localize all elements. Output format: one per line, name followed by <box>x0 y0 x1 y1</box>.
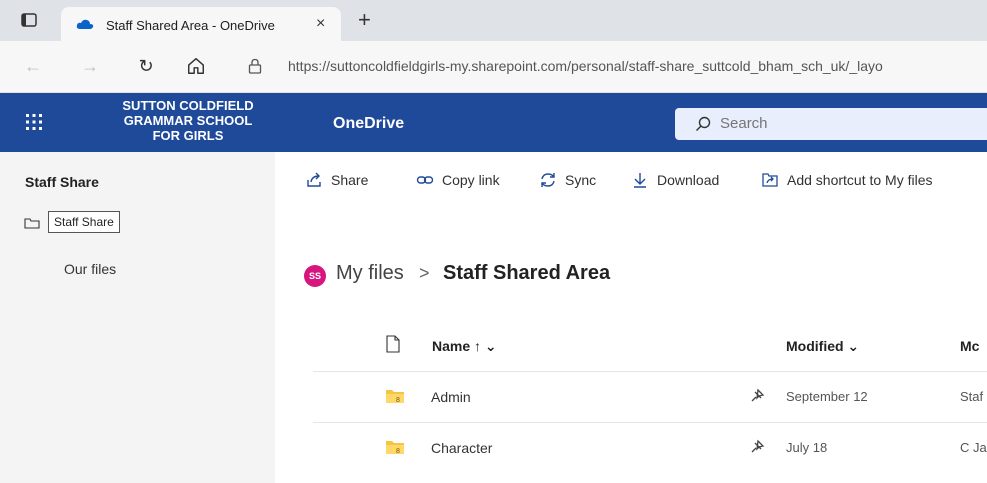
tab-actions-icon[interactable] <box>21 12 37 28</box>
row-modified-by: Staf <box>960 389 984 404</box>
app-header: SUTTON COLDFIELD GRAMMAR SCHOOL FOR GIRL… <box>0 93 987 152</box>
browser-tab-strip: Staff Shared Area - OneDrive × + <box>0 0 987 41</box>
table-row[interactable]: 8 Character July 18 C Ja <box>313 422 987 473</box>
add-shortcut-button[interactable]: Add shortcut to My files <box>761 167 933 193</box>
download-icon <box>634 173 646 188</box>
breadcrumb-current-folder: Staff Shared Area <box>443 262 611 284</box>
tab-title: Staff Shared Area - OneDrive <box>106 18 275 33</box>
shortcut-icon <box>762 173 778 187</box>
site-info-lock-icon[interactable] <box>248 58 262 74</box>
row-modified-by: C Ja <box>960 440 987 455</box>
column-header-modified-by[interactable]: Mc <box>960 338 979 354</box>
onedrive-brand-link[interactable]: OneDrive <box>333 115 404 133</box>
school-name-line3: FOR GIRLS <box>152 128 224 143</box>
sync-button[interactable]: Sync <box>539 167 596 193</box>
copy-link-label: Copy link <box>442 172 500 188</box>
shared-folder-icon: 8 <box>386 441 404 455</box>
shared-folder-icon: 8 <box>386 390 404 404</box>
share-button[interactable]: Share <box>305 167 368 193</box>
sync-label: Sync <box>565 172 597 188</box>
share-label: Share <box>331 172 369 188</box>
search-icon <box>696 116 711 131</box>
add-shortcut-label: Add shortcut to My files <box>787 172 933 188</box>
svg-text:8: 8 <box>396 448 400 455</box>
sync-icon <box>541 173 555 187</box>
home-icon[interactable] <box>186 56 206 76</box>
search-input[interactable] <box>720 115 970 132</box>
pin-icon[interactable] <box>749 439 765 455</box>
app-launcher-waffle-icon[interactable] <box>25 113 43 131</box>
share-icon <box>307 172 321 187</box>
back-arrow-icon[interactable]: ← <box>22 55 44 77</box>
breadcrumb-separator-icon: > <box>419 263 430 283</box>
svg-text:8: 8 <box>396 397 400 404</box>
onedrive-cloud-icon <box>76 19 94 29</box>
search-box[interactable] <box>675 108 987 140</box>
address-bar-url[interactable]: https://suttoncoldfieldgirls-my.sharepoi… <box>288 58 883 74</box>
sidebar-item-our-files[interactable]: Our files <box>64 261 116 277</box>
browser-tab-active[interactable]: Staff Shared Area - OneDrive × <box>61 7 341 41</box>
browser-toolbar: ← → ↻ https://suttoncoldfieldgirls-my.sh… <box>0 41 987 93</box>
row-modified: July 18 <box>786 440 828 455</box>
pin-icon[interactable] <box>749 388 765 404</box>
new-tab-button[interactable]: + <box>358 9 371 31</box>
forward-arrow-icon[interactable]: → <box>79 55 101 77</box>
school-name-line2: GRAMMAR SCHOOL <box>123 113 253 128</box>
row-name[interactable]: Admin <box>431 389 471 405</box>
school-name-line1: SUTTON COLDFIELD <box>122 98 254 113</box>
file-type-icon[interactable] <box>386 335 400 353</box>
school-logo-text[interactable]: SUTTON COLDFIELD GRAMMAR SCHOOL FOR GIRL… <box>92 98 284 143</box>
download-label: Download <box>657 172 720 188</box>
column-header-name[interactable]: Name ↑ ⌄ <box>432 338 497 355</box>
avatar: SS <box>304 265 326 287</box>
refresh-icon[interactable]: ↻ <box>135 55 157 77</box>
row-modified: September 12 <box>786 389 868 404</box>
breadcrumb-my-files[interactable]: My files <box>336 262 404 285</box>
left-navigation: Staff Share Staff Share Our files <box>0 152 275 483</box>
row-name[interactable]: Character <box>431 440 492 456</box>
table-row[interactable]: 8 Admin September 12 Staf <box>313 371 987 422</box>
column-header-modified[interactable]: Modified ⌄ <box>786 338 859 355</box>
tooltip-staff-share: Staff Share <box>48 211 120 233</box>
folder-outline-icon[interactable] <box>24 217 40 229</box>
link-icon <box>416 176 434 184</box>
site-title[interactable]: Staff Share <box>25 174 99 190</box>
download-button[interactable]: Download <box>631 167 719 193</box>
tab-close-icon[interactable]: × <box>316 15 325 33</box>
copy-link-button[interactable]: Copy link <box>416 167 500 193</box>
